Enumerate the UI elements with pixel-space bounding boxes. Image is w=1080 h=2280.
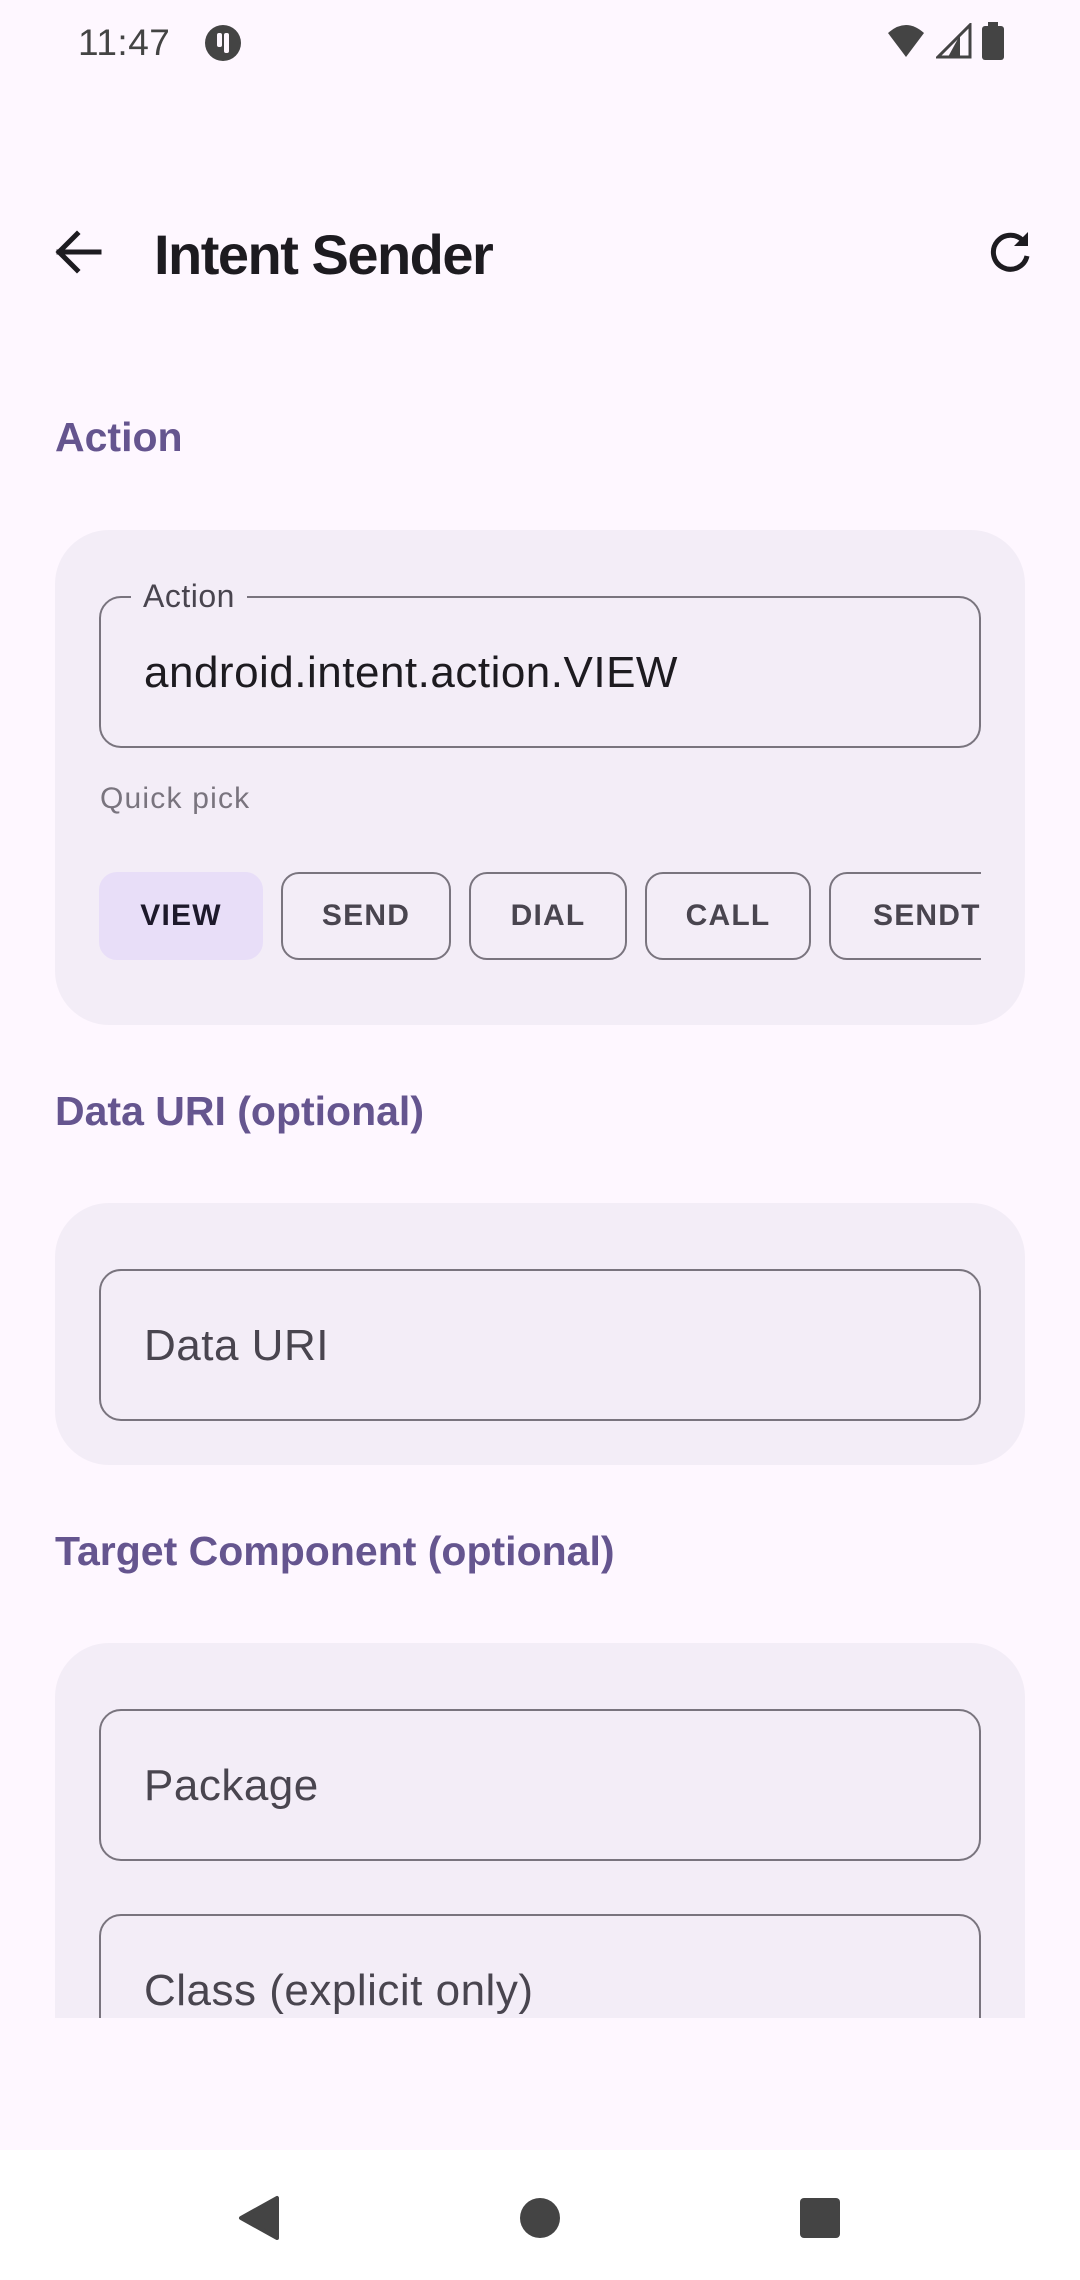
wifi-icon: [886, 23, 926, 59]
system-navigation-bar: [0, 2150, 1080, 2280]
battery-icon: [982, 22, 1004, 60]
top-app-bar: Intent Sender: [0, 192, 1080, 316]
chip-send[interactable]: SEND: [281, 872, 451, 960]
package-input[interactable]: Package: [99, 1709, 981, 1861]
package-placeholder: Package: [144, 1761, 319, 1810]
status-bar: 11:47: [0, 0, 1080, 88]
target-component-card: Package Class (explicit only): [55, 1643, 1025, 2018]
status-time: 11:47: [78, 22, 171, 63]
signal-icon: [936, 23, 972, 59]
data-uri-input[interactable]: Data URI: [99, 1269, 981, 1421]
refresh-button[interactable]: [970, 214, 1050, 294]
class-placeholder: Class (explicit only): [144, 1966, 534, 2015]
nav-back-button[interactable]: [219, 2180, 299, 2260]
chip-call[interactable]: CALL: [645, 872, 811, 960]
action-field-value: android.intent.action.VIEW: [144, 648, 678, 697]
class-input[interactable]: Class (explicit only): [99, 1914, 981, 2018]
back-button[interactable]: [38, 214, 118, 294]
action-field-label: Action: [131, 576, 247, 616]
circle-home-icon: [518, 2196, 562, 2245]
triangle-back-icon: [237, 2194, 281, 2247]
intent-sender-screen: 11:47 Intent Sender Action Action androi…: [0, 0, 1080, 2280]
data-uri-card: Data URI: [55, 1203, 1025, 1465]
chip-sendto[interactable]: SENDTO: [829, 872, 981, 960]
section-title-data-uri: Data URI (optional): [55, 1088, 424, 1134]
quick-pick-label: Quick pick: [100, 782, 251, 815]
page-title: Intent Sender: [154, 223, 494, 286]
refresh-icon: [986, 228, 1034, 281]
action-field[interactable]: Action android.intent.action.VIEW: [99, 576, 981, 748]
quick-pick-chips: VIEW SEND DIAL CALL SENDTO: [99, 872, 981, 962]
chip-dial[interactable]: DIAL: [469, 872, 627, 960]
square-recents-icon: [799, 2197, 841, 2244]
data-uri-placeholder: Data URI: [144, 1321, 329, 1370]
chip-view[interactable]: VIEW: [99, 872, 263, 960]
nav-recents-button[interactable]: [780, 2180, 860, 2260]
app-notification-icon: [204, 24, 242, 62]
section-title-action: Action: [55, 414, 183, 460]
action-card: Action android.intent.action.VIEW Quick …: [55, 530, 1025, 1025]
nav-home-button[interactable]: [500, 2180, 580, 2260]
section-title-target-component: Target Component (optional): [55, 1528, 615, 1574]
arrow-back-icon: [53, 229, 103, 279]
